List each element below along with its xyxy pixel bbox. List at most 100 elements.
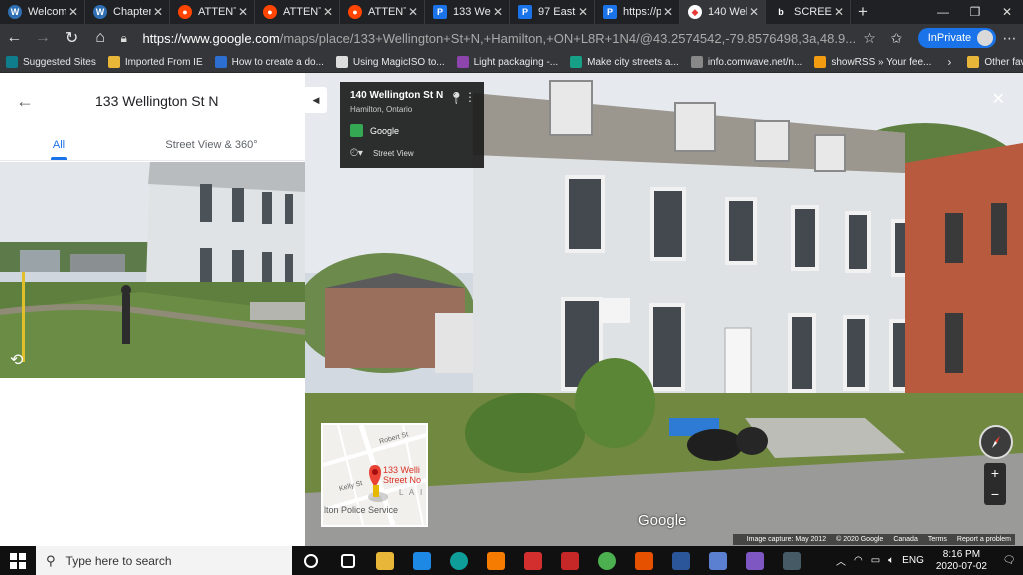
- tab-close-icon[interactable]: ✕: [576, 5, 590, 19]
- report-problem-link[interactable]: Report a problem: [957, 536, 1011, 543]
- task-view-icon[interactable]: [329, 546, 366, 575]
- tab-close-icon[interactable]: ✕: [832, 5, 846, 19]
- edge-icon[interactable]: [440, 546, 477, 575]
- favorite-link[interactable]: showRSS » Your fee...: [808, 56, 937, 68]
- browser-tab[interactable]: W Welcome✕: [0, 0, 85, 24]
- place-side-panel: ← 133 Wellington St N All Street View & …: [0, 73, 305, 546]
- browser-tab[interactable]: ◆ 140 Well ✕: [680, 0, 766, 24]
- tab-close-icon[interactable]: ✕: [491, 5, 505, 19]
- street-view-thumbnail[interactable]: ⟲: [0, 162, 305, 378]
- browser-tab[interactable]: ● ATTENTI✕: [170, 0, 255, 24]
- zoom-out-button[interactable]: −: [984, 484, 1006, 505]
- inprivate-label: InPrivate: [927, 32, 972, 44]
- mini-map[interactable]: Robert St Kelly St 133 Welli Street No L…: [321, 423, 428, 527]
- taskbar-search-input[interactable]: ⚲ Type here to search: [36, 546, 292, 575]
- favorite-link[interactable]: info.comwave.net/n...: [685, 56, 809, 68]
- browser-tab[interactable]: ● ATTENTI✕: [340, 0, 425, 24]
- app-c-icon[interactable]: [551, 546, 588, 575]
- panel-back-arrow-icon[interactable]: ←: [16, 91, 60, 112]
- app-headset-icon[interactable]: [736, 546, 773, 575]
- file-explorer-icon[interactable]: [366, 546, 403, 575]
- browser-tab[interactable]: P 97 East A✕: [510, 0, 595, 24]
- app-orange-icon[interactable]: [625, 546, 662, 575]
- language-indicator[interactable]: ENG: [902, 555, 924, 566]
- favorite-link[interactable]: Using MagicISO to...: [330, 56, 451, 68]
- other-favorites-folder[interactable]: Other favorites: [961, 56, 1023, 68]
- more-menu-icon[interactable]: ⋯: [996, 30, 1023, 47]
- favorite-link[interactable]: Suggested Sites: [0, 56, 102, 68]
- forward-button[interactable]: →: [29, 24, 58, 52]
- tab-close-icon[interactable]: ✕: [747, 5, 761, 19]
- browser-tab[interactable]: Phttps://p ✕: [595, 0, 680, 24]
- favorite-site-icon: [570, 56, 583, 68]
- tab-close-icon[interactable]: ✕: [661, 5, 675, 19]
- start-button[interactable]: [0, 546, 36, 575]
- tab-street-view-360[interactable]: Street View & 360°: [118, 129, 305, 160]
- show-hidden-icons-icon[interactable]: ︿: [836, 553, 846, 568]
- notifications-icon[interactable]: 🗨︎: [995, 555, 1023, 566]
- favorite-site-icon: [214, 56, 227, 68]
- tab-close-icon[interactable]: ✕: [406, 5, 420, 19]
- favorites-list-icon[interactable]: ✩: [883, 30, 910, 47]
- lock-icon[interactable]: 🔒︎: [120, 31, 142, 46]
- country-link[interactable]: Canada: [893, 536, 918, 543]
- favorite-star-icon[interactable]: ☆: [856, 30, 883, 47]
- folder-icon: [967, 56, 980, 68]
- battery-icon[interactable]: ▭: [871, 555, 880, 566]
- browser-tab[interactable]: ● ATTENTI✕: [255, 0, 340, 24]
- street-view-time-selector[interactable]: 🕘︎▾ Street View: [350, 148, 414, 159]
- system-tray: ︿ ◠ ▭ 🔈︎ ENG 8:16 PM 2020-07-02 🗨︎: [832, 549, 1023, 573]
- favorite-link[interactable]: How to create a do...: [209, 56, 330, 68]
- terms-link[interactable]: Terms: [928, 536, 947, 543]
- app-scissors-icon[interactable]: [773, 546, 810, 575]
- inprivate-button[interactable]: InPrivate: [917, 28, 997, 48]
- tab-all[interactable]: All: [0, 129, 118, 160]
- tab-close-icon[interactable]: ✕: [321, 5, 335, 19]
- rotate-360-icon[interactable]: ⟲: [10, 350, 23, 370]
- favorite-label: Using MagicISO to...: [352, 56, 445, 68]
- map-pin-icon[interactable]: 📍︎: [449, 91, 464, 105]
- close-street-view-icon[interactable]: ✕: [992, 89, 1005, 109]
- tab-close-icon[interactable]: ✕: [236, 5, 250, 19]
- taskbar-clock[interactable]: 8:16 PM 2020-07-02: [936, 549, 987, 573]
- tab-close-icon[interactable]: ✕: [151, 5, 165, 19]
- app-glyph: [782, 551, 801, 570]
- network-icon[interactable]: ◠: [854, 555, 863, 566]
- favorite-link[interactable]: Imported From IE: [102, 56, 209, 68]
- word-icon[interactable]: [662, 546, 699, 575]
- home-button[interactable]: ⌂: [86, 24, 115, 52]
- back-button[interactable]: ←: [0, 24, 29, 52]
- street-view-canvas[interactable]: ◀ 140 Wellington St N Hamilton, Ontario …: [305, 73, 1023, 546]
- refresh-button[interactable]: ↻: [57, 24, 86, 52]
- favorite-label: info.comwave.net/n...: [707, 56, 803, 68]
- taskbar-apps: [292, 546, 810, 575]
- favorite-link[interactable]: Light packaging -...: [451, 56, 565, 68]
- browser-tab[interactable]: b SCREENS✕: [766, 0, 851, 24]
- chrome-icon[interactable]: [588, 546, 625, 575]
- window-controls: — ❐ ✕: [927, 0, 1023, 24]
- wordpress-icon: W: [93, 5, 107, 19]
- location-info-card: 140 Wellington St N Hamilton, Ontario 📍︎…: [340, 82, 484, 168]
- more-options-icon[interactable]: ⋮: [464, 90, 476, 104]
- app-drop-icon[interactable]: [699, 546, 736, 575]
- favorite-link[interactable]: Make city streets a...: [564, 56, 685, 68]
- cortana-icon[interactable]: [292, 546, 329, 575]
- collapse-panel-button[interactable]: ◀: [305, 87, 327, 113]
- browser-tab[interactable]: P 133 Well✕: [425, 0, 510, 24]
- app-glyph: [671, 551, 690, 570]
- app-glyph: [340, 553, 355, 568]
- tab-close-icon[interactable]: ✕: [66, 5, 80, 19]
- browser-tab[interactable]: W Chapter ✕: [85, 0, 170, 24]
- app-red-icon[interactable]: [514, 546, 551, 575]
- app-sc-icon[interactable]: [403, 546, 440, 575]
- minimize-button[interactable]: —: [927, 0, 959, 24]
- compass-icon[interactable]: [979, 425, 1013, 459]
- close-window-button[interactable]: ✕: [991, 0, 1023, 24]
- vlc-icon[interactable]: [477, 546, 514, 575]
- address-bar[interactable]: 🔒︎ https://www.google.com/maps/place/133…: [120, 27, 856, 49]
- favorites-overflow-chevron-icon[interactable]: ›: [937, 55, 961, 69]
- zoom-in-button[interactable]: +: [984, 463, 1006, 484]
- volume-icon[interactable]: 🔈︎: [888, 555, 894, 566]
- new-tab-button[interactable]: +: [851, 0, 875, 24]
- restore-button[interactable]: ❐: [959, 0, 991, 24]
